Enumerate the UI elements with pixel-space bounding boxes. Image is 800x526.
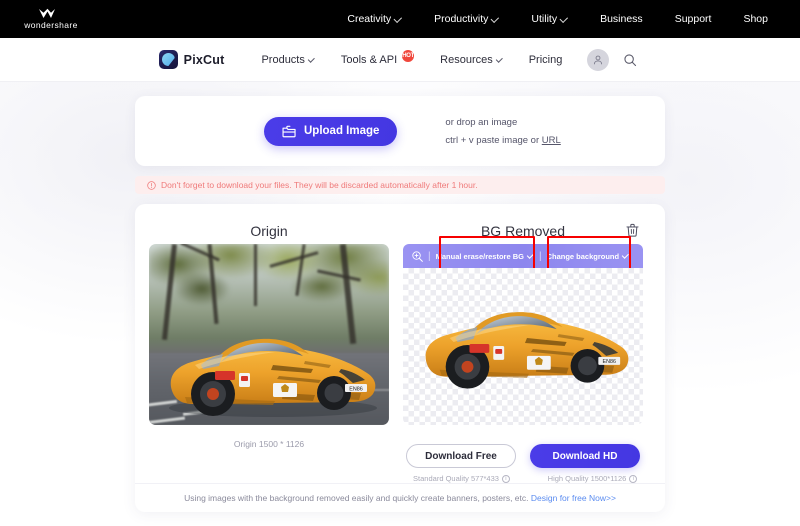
info-circle-icon: [147, 180, 156, 190]
nav-label: Tools & API: [340, 53, 398, 66]
info-circle-icon[interactable]: i: [629, 474, 638, 483]
ferrari-458-cutout-illustration: EN86: [425, 312, 629, 389]
zoom-in-glyph-icon: [411, 250, 423, 262]
user-glyph-icon: [594, 55, 603, 64]
pixcut-logo-icon: [158, 50, 178, 69]
search-glyph-icon: [624, 53, 637, 66]
manual-erase-label: Manual erase/restore BG: [435, 251, 524, 261]
chevron-down-icon: [621, 251, 629, 259]
origin-car-subject: EN86: [155, 321, 383, 425]
zoom-in-icon[interactable]: [409, 248, 425, 264]
topnav-label: Productivity: [434, 13, 489, 25]
wondershare-wordmark: wondershare: [24, 20, 78, 30]
pixcut-brand-name: PixCut: [183, 52, 225, 67]
download-free-button[interactable]: Download Free: [406, 444, 516, 468]
toolbar-separator: |: [428, 250, 431, 262]
topnav-item-creativity[interactable]: Creativity: [331, 13, 418, 25]
nav-item-tools-api[interactable]: Tools & API HOT: [328, 49, 427, 66]
folder-upload-icon: [282, 125, 296, 137]
nav-label: Resources: [440, 53, 493, 66]
origin-pane: Origin EN86: [149, 218, 389, 425]
design-for-free-link[interactable]: Design for free Now>>: [531, 493, 616, 503]
origin-header: Origin: [149, 218, 389, 244]
origin-image[interactable]: EN86: [149, 244, 389, 425]
topnav-item-shop[interactable]: Shop: [727, 13, 784, 25]
bg-editor-toolbar: | Manual erase/restore BG | Change backg…: [403, 236, 643, 274]
chevron-down-icon: [495, 55, 503, 63]
svg-text:EN86: EN86: [603, 359, 616, 365]
captions-row: Origin 1500 * 1126 Download Free Downloa…: [149, 434, 651, 468]
editor-card: Origin EN86 BG Removed | Manual erase/re…: [135, 204, 665, 512]
topnav-item-productivity[interactable]: Productivity: [418, 13, 515, 25]
upload-hints: or drop an image ctrl + v paste image or…: [445, 117, 560, 146]
search-icon[interactable]: [619, 49, 641, 71]
svg-text:EN86: EN86: [349, 386, 363, 392]
warning-text: Don't forget to download your files. The…: [161, 180, 478, 190]
downloads-cell: Download Free Download HD: [403, 434, 643, 468]
nav-item-pricing[interactable]: Pricing: [516, 54, 576, 66]
trash-icon[interactable]: [623, 221, 641, 239]
footer-text: Using images with the background removed…: [184, 493, 616, 503]
editor-panes: Origin EN86 BG Removed | Manual erase/re…: [149, 218, 651, 425]
hot-badge: HOT: [402, 49, 414, 62]
origin-caption: Origin 1500 * 1126: [233, 439, 305, 449]
user-avatar-icon[interactable]: [587, 48, 610, 71]
wondershare-topbar: wondershare Creativity Productivity Util…: [0, 0, 800, 38]
url-link[interactable]: URL: [542, 135, 561, 146]
bg-removed-pane: BG Removed | Manual erase/restore BG | C…: [403, 218, 643, 425]
origin-title: Origin: [250, 223, 288, 239]
chevron-down-icon: [526, 251, 534, 259]
chevron-down-icon: [490, 14, 500, 23]
nav-item-resources[interactable]: Resources: [427, 54, 516, 66]
topnav-item-utility[interactable]: Utility: [515, 13, 584, 25]
info-circle-icon[interactable]: i: [501, 474, 510, 483]
chevron-down-icon: [393, 14, 403, 23]
pixcut-brand[interactable]: PixCut: [158, 50, 225, 69]
nav-item-products[interactable]: Products: [248, 54, 327, 66]
retention-warning-banner: Don't forget to download your files. The…: [135, 176, 665, 194]
bg-removed-car-subject: EN86: [410, 294, 636, 399]
bg-removed-image[interactable]: EN86: [403, 268, 643, 425]
pixcut-navbar: PixCut Products Tools & API HOT Resource…: [0, 38, 800, 82]
footer-message: Using images with the background removed…: [184, 493, 531, 503]
nav-label: Products: [261, 53, 305, 66]
drop-hint: or drop an image: [445, 116, 518, 128]
high-quality-text: High Quality 1500*1126: [547, 474, 627, 483]
wondershare-logo[interactable]: wondershare: [16, 8, 86, 30]
standard-quality-info: Standard Quality 577*433 i: [403, 474, 520, 483]
upload-image-button[interactable]: Upload Image: [264, 116, 398, 146]
topnav-label: Utility: [531, 13, 558, 25]
ferrari-458-illustration: EN86: [169, 338, 377, 417]
chevron-down-icon: [559, 14, 569, 23]
toolbar-separator: |: [538, 250, 542, 262]
tree-trunk: [254, 244, 257, 306]
paste-hint-text: ctrl + v paste image or: [445, 134, 542, 146]
bg-removed-title: BG Removed: [480, 223, 566, 239]
change-background-button[interactable]: Change background: [545, 252, 632, 261]
high-quality-info: High Quality 1500*1126 i: [534, 474, 651, 483]
topnav-item-business[interactable]: Business: [584, 13, 659, 25]
paste-hint: ctrl + v paste image or URL: [445, 135, 560, 146]
standard-quality-text: Standard Quality 577*433: [413, 474, 499, 483]
card-footer: Using images with the background removed…: [135, 483, 665, 512]
change-background-label: Change background: [546, 251, 620, 261]
quality-row: Standard Quality 577*433 i High Quality …: [403, 474, 651, 483]
upload-card: Upload Image or drop an image ctrl + v p…: [135, 96, 665, 166]
chevron-down-icon: [307, 55, 315, 63]
main-content: Upload Image or drop an image ctrl + v p…: [135, 82, 665, 512]
upload-button-label: Upload Image: [304, 125, 380, 137]
bg-removed-header: BG Removed: [403, 218, 643, 244]
topbar-nav: Creativity Productivity Utility Business…: [331, 13, 784, 25]
topnav-item-support[interactable]: Support: [659, 13, 728, 25]
topnav-label: Creativity: [347, 13, 392, 25]
origin-caption-cell: Origin 1500 * 1126: [149, 434, 389, 468]
wondershare-w-icon: [39, 8, 55, 18]
manual-erase-restore-bg-button[interactable]: Manual erase/restore BG: [434, 252, 536, 261]
download-hd-button[interactable]: Download HD: [530, 444, 640, 468]
trash-glyph-icon: [625, 223, 639, 237]
download-buttons-row: Download Free Download HD: [403, 444, 643, 468]
